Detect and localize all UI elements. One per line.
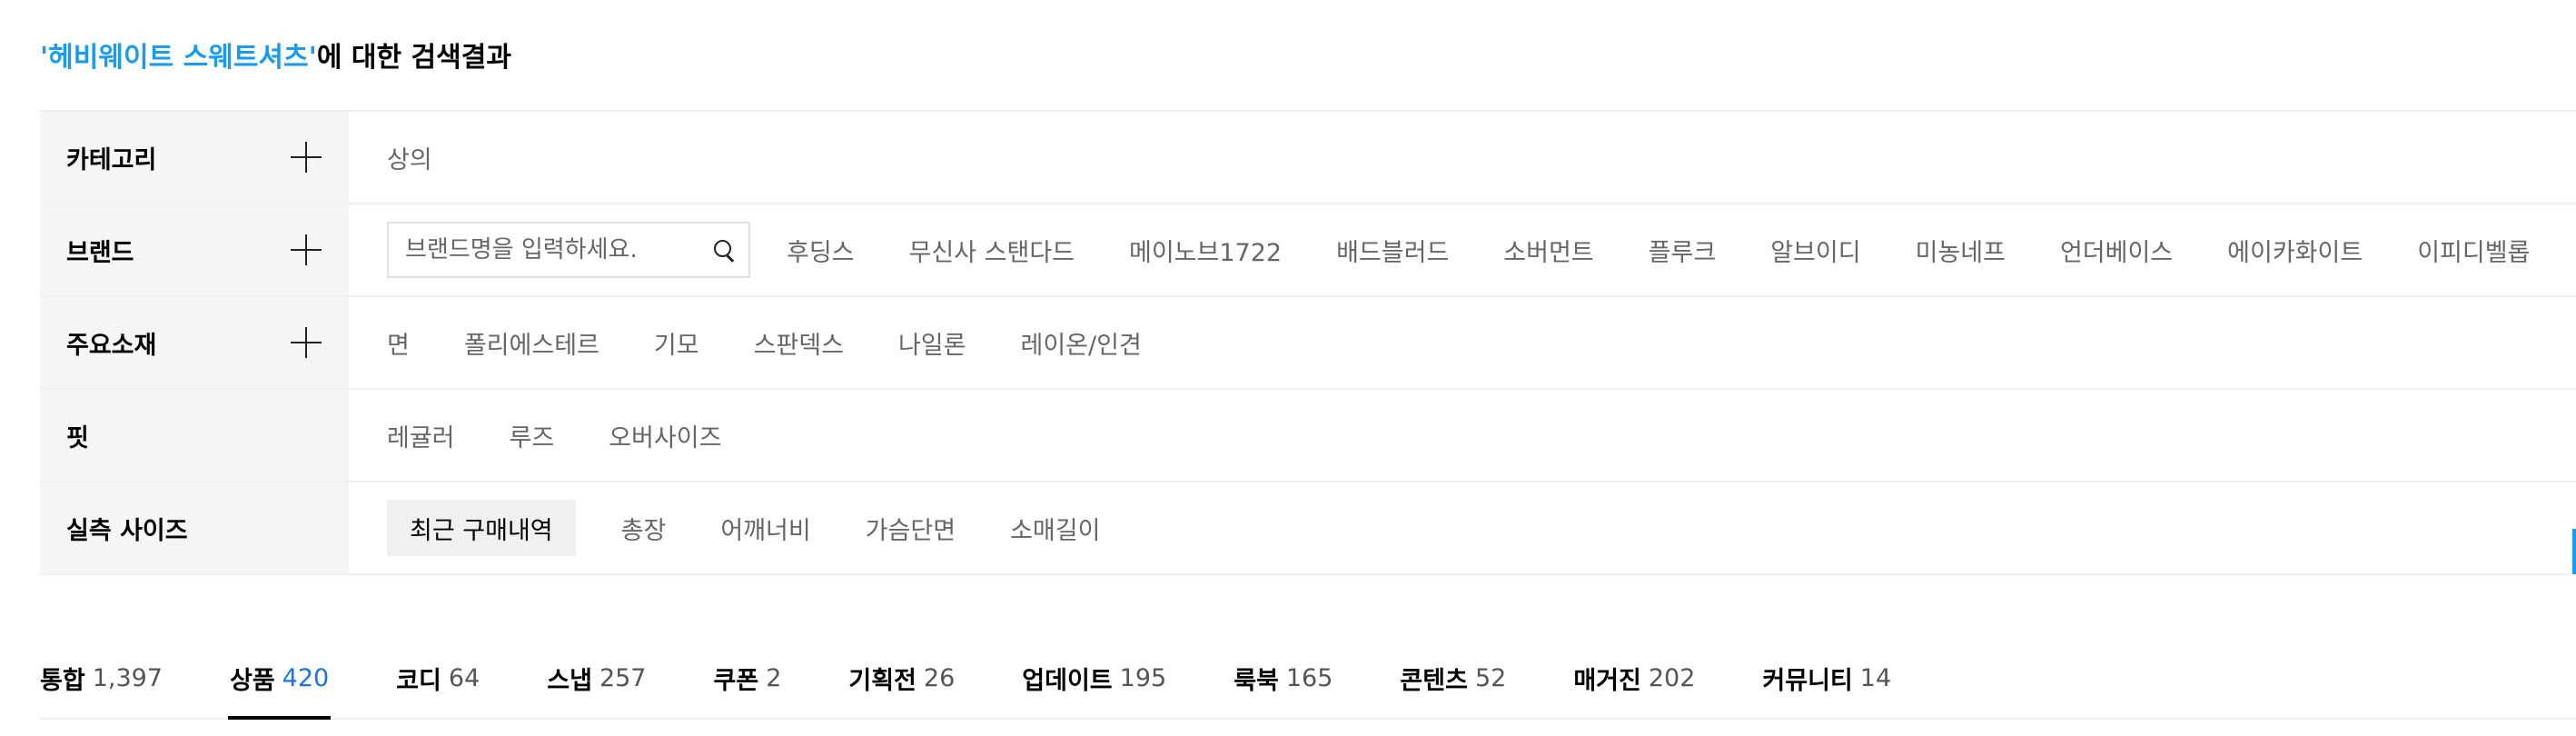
- expand-category-plus-icon[interactable]: [291, 142, 322, 173]
- tab-label: 코디: [396, 666, 441, 695]
- tab-label: 매거진: [1573, 666, 1641, 695]
- filter-option-category[interactable]: 상의: [387, 140, 432, 175]
- tab-label: 업데이트: [1022, 666, 1113, 695]
- tab-label: 기획전: [848, 666, 916, 695]
- search-keyword: '헤비웨이트 스웨트셔츠': [40, 42, 317, 74]
- scroll-indicator: [2572, 529, 2576, 574]
- brand-option[interactable]: 미농네프: [1916, 233, 2006, 268]
- brand-search-box: [387, 222, 750, 278]
- brand-option[interactable]: 메이노브1722: [1129, 233, 1282, 268]
- tab-label: 커뮤니티: [1762, 666, 1853, 695]
- filter-label-fit: 핏: [66, 423, 89, 453]
- tab-exhibition[interactable]: 기획전 26: [848, 636, 955, 720]
- recent-purchase-chip[interactable]: 최근 구매내역: [387, 500, 576, 556]
- tab-update[interactable]: 업데이트 195: [1022, 636, 1166, 720]
- search-result-title: '헤비웨이트 스웨트셔츠'에 대한 검색결과: [40, 40, 511, 76]
- tab-count: 1,397: [92, 663, 163, 692]
- tab-magazine[interactable]: 매거진 202: [1573, 636, 1695, 720]
- search-icon[interactable]: [712, 238, 736, 262]
- material-option[interactable]: 레이온/인견: [1020, 325, 1141, 361]
- filter-row-fit: 핏 레귤러 루즈 오버사이즈: [40, 390, 2576, 482]
- filter-options-brand: 후딩스 무신사 스탠다드 메이노브1722 배드블러드 소버먼트 플루크 알브이…: [349, 204, 2576, 295]
- tab-snap[interactable]: 스냅 257: [547, 636, 646, 720]
- filter-row-material: 주요소재 면 폴리에스테르 기모 스판덱스 나일론 레이온/인견: [40, 297, 2576, 390]
- filter-head-brand: 브랜드: [40, 204, 349, 295]
- size-option[interactable]: 소매길이: [1010, 511, 1100, 546]
- tab-products[interactable]: 상품 420: [227, 636, 332, 720]
- brand-option[interactable]: 알브이디: [1770, 233, 1860, 268]
- filter-head-material: 주요소재: [40, 297, 349, 388]
- filter-head-size: 실측 사이즈: [40, 482, 349, 573]
- filter-head-category: 카테고리: [40, 112, 349, 203]
- tab-label: 룩북: [1234, 666, 1279, 695]
- tab-label: 쿠폰: [713, 666, 759, 695]
- brand-option[interactable]: 무신사 스탠다드: [909, 233, 1075, 268]
- size-option[interactable]: 어깨너비: [720, 511, 810, 546]
- material-option[interactable]: 기모: [654, 325, 699, 361]
- filter-label-brand: 브랜드: [66, 238, 134, 267]
- search-result-suffix: 에 대한 검색결과: [316, 42, 511, 74]
- tab-count: 195: [1119, 663, 1167, 692]
- filter-label-category: 카테고리: [66, 145, 157, 174]
- expand-material-plus-icon[interactable]: [291, 327, 322, 358]
- filter-options-fit: 레귤러 루즈 오버사이즈: [349, 390, 2576, 481]
- tab-count: 52: [1474, 663, 1507, 692]
- filter-options-material: 면 폴리에스테르 기모 스판덱스 나일론 레이온/인견: [349, 297, 2576, 388]
- tab-count: 14: [1859, 663, 1892, 692]
- tab-count: 26: [923, 663, 956, 692]
- tab-count: 64: [448, 663, 481, 692]
- tab-codi[interactable]: 코디 64: [396, 636, 480, 720]
- filter-options-size: 최근 구매내역 총장 어깨너비 가슴단면 소매길이: [349, 482, 2576, 573]
- material-option[interactable]: 면: [387, 325, 410, 361]
- tab-lookbook[interactable]: 룩북 165: [1234, 636, 1333, 720]
- brand-search-input[interactable]: [405, 236, 696, 264]
- filter-row-size: 실측 사이즈 최근 구매내역 총장 어깨너비 가슴단면 소매길이: [40, 482, 2576, 575]
- material-option[interactable]: 나일론: [898, 325, 966, 361]
- fit-option[interactable]: 루즈: [510, 418, 555, 453]
- brand-option[interactable]: 배드블러드: [1336, 233, 1449, 268]
- result-tabs: 통합 1,397 상품 420 코디 64 스냅 257 쿠폰 2 기획전 26 업데이트 1…: [40, 636, 1958, 720]
- filter-row-brand: 브랜드 후딩스 무신사 스탠다드 메이노브1722 배드블러드 소버먼트 플루크…: [40, 204, 2576, 297]
- tab-all[interactable]: 통합 1,397: [40, 636, 163, 720]
- filter-label-size: 실측 사이즈: [66, 516, 188, 545]
- fit-option[interactable]: 레귤러: [387, 418, 455, 453]
- brand-option[interactable]: 이피디벨롭: [2417, 233, 2530, 268]
- brand-option[interactable]: 소버먼트: [1503, 233, 1593, 268]
- tab-label: 콘텐츠: [1400, 666, 1468, 695]
- expand-brand-plus-icon[interactable]: [291, 234, 322, 265]
- tab-count: 257: [599, 663, 647, 692]
- tab-count: 2: [766, 663, 782, 692]
- tab-label: 스냅: [547, 666, 592, 695]
- tab-label: 상품: [229, 666, 275, 695]
- brand-option[interactable]: 플루크: [1649, 233, 1717, 268]
- tab-count: 165: [1285, 663, 1333, 692]
- tab-contents[interactable]: 콘텐츠 52: [1400, 636, 1506, 720]
- size-option[interactable]: 총장: [621, 511, 667, 546]
- filter-options-category: 상의: [349, 112, 2576, 203]
- filter-head-fit: 핏: [40, 390, 349, 481]
- tab-count: 420: [282, 663, 330, 692]
- brand-option[interactable]: 후딩스: [787, 233, 855, 268]
- tab-coupon[interactable]: 쿠폰 2: [714, 636, 782, 720]
- material-option[interactable]: 폴리에스테르: [464, 325, 599, 361]
- brand-option[interactable]: 에이카화이트: [2227, 233, 2363, 268]
- size-option[interactable]: 가슴단면: [866, 511, 956, 546]
- tab-community[interactable]: 커뮤니티 14: [1762, 636, 1891, 720]
- filter-label-material: 주요소재: [66, 331, 157, 360]
- material-option[interactable]: 스판덱스: [754, 325, 844, 361]
- filter-row-category: 카테고리 상의: [40, 112, 2576, 204]
- tab-label: 통합: [40, 666, 85, 695]
- brand-option[interactable]: 언더베이스: [2060, 233, 2173, 268]
- fit-option[interactable]: 오버사이즈: [609, 418, 721, 453]
- filter-table: 카테고리 상의 브랜드 후딩스 무신사 스탠다드 메이노브1722 배드블러드 …: [40, 110, 2576, 575]
- tab-count: 202: [1648, 663, 1696, 692]
